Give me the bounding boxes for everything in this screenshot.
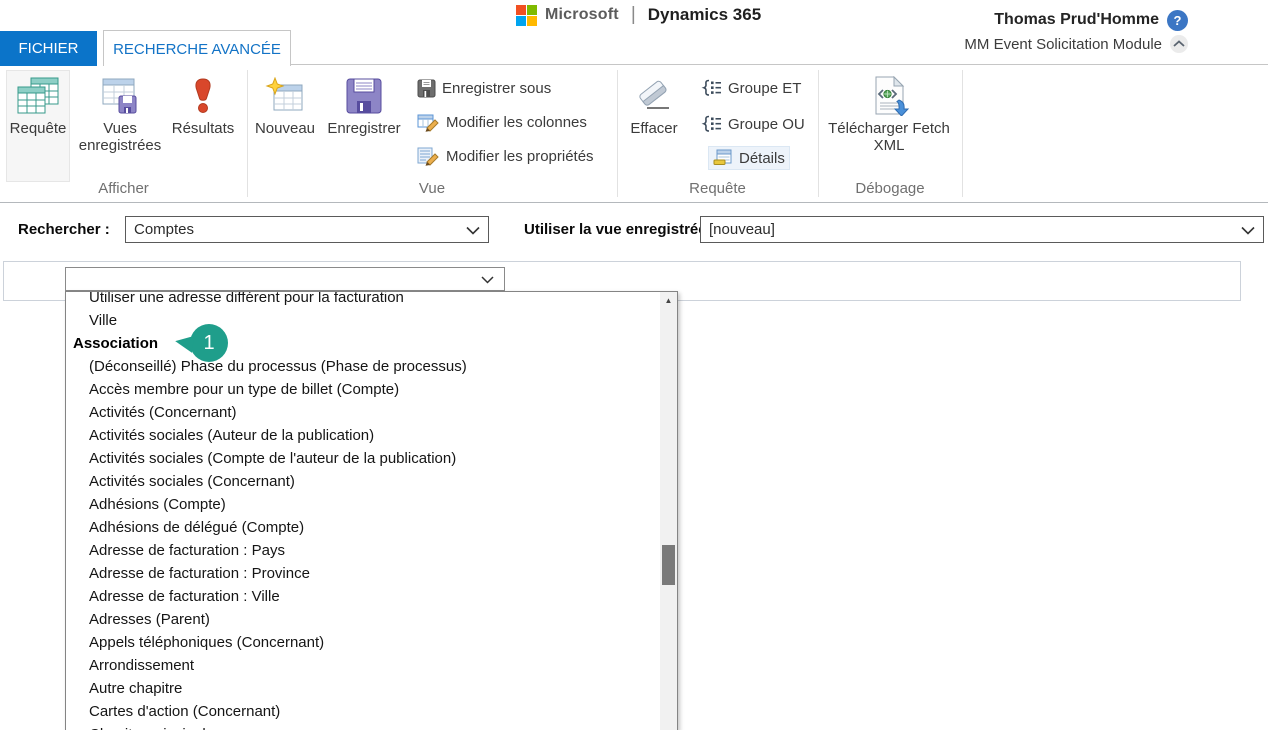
brand-separator: | [631, 4, 636, 26]
field-dropdown-items: Utiliser une adresse différent pour la f… [66, 291, 660, 730]
modifier-colonnes-button[interactable]: Modifier les colonnes [412, 110, 592, 134]
rechercher-label: Rechercher : [18, 216, 110, 243]
list-item[interactable]: Cartes d'action (Concernant) [66, 700, 660, 723]
vue-enregistree-label: Utiliser la vue enregistrée : [524, 216, 716, 243]
modifier-proprietes-button[interactable]: Modifier les propriétés [412, 144, 599, 168]
nouveau-label: Nouveau [255, 120, 315, 137]
enregistrer-sous-label: Enregistrer sous [442, 80, 551, 97]
advanced-find-window: Microsoft | Dynamics 365 Thomas Prud'Hom… [0, 0, 1268, 730]
modifier-colonnes-label: Modifier les colonnes [446, 114, 587, 131]
resultats-button[interactable]: Résultats [166, 70, 240, 182]
dropdown-scrollbar[interactable]: ▲ [660, 292, 677, 730]
list-item[interactable]: Adresse de facturation : Province [66, 562, 660, 585]
groupe-ou-button[interactable]: Groupe OU [696, 112, 810, 136]
ribbon-divider [617, 70, 618, 197]
group-and-icon [701, 79, 722, 97]
rechercher-select[interactable]: Comptes [125, 216, 489, 243]
list-item[interactable]: Adresse de facturation : Ville [66, 585, 660, 608]
list-item[interactable]: Autre chapitre [66, 677, 660, 700]
field-dropdown-list: Utiliser une adresse différent pour la f… [65, 291, 678, 730]
list-item[interactable]: Adresse de facturation : Pays [66, 539, 660, 562]
scrollbar-thumb[interactable] [662, 545, 675, 585]
group-or-icon [701, 115, 722, 133]
effacer-label: Effacer [630, 120, 677, 137]
scroll-up-button[interactable]: ▲ [660, 292, 677, 309]
save-floppy-icon [344, 75, 384, 117]
telecharger-fetch-xml-label: Télécharger Fetch XML [827, 120, 951, 154]
vue-enregistree-select-value: [nouveau] [709, 221, 775, 238]
requete-button[interactable]: Requête [6, 70, 70, 182]
edit-properties-icon [417, 146, 440, 166]
ribbon-divider [247, 70, 248, 197]
groupe-ou-label: Groupe OU [728, 116, 805, 133]
telecharger-fetch-xml-button[interactable]: Télécharger Fetch XML [826, 70, 952, 182]
brand-header: Microsoft | Dynamics 365 [516, 2, 761, 28]
user-area: Thomas Prud'Homme ? MM Event Solicitatio… [964, 8, 1188, 56]
module-name: MM Event Solicitation Module [964, 36, 1162, 53]
microsoft-wordmark: Microsoft [545, 6, 619, 24]
ribbon-divider [818, 70, 819, 197]
details-label: Détails [739, 150, 785, 167]
list-group-header-association[interactable]: Association [66, 332, 660, 355]
group-label-requete: Requête [617, 180, 818, 197]
list-item[interactable]: Adhésions (Compte) [66, 493, 660, 516]
group-label-afficher: Afficher [0, 180, 247, 197]
microsoft-logo-icon [516, 5, 537, 26]
effacer-button[interactable]: Effacer [622, 70, 686, 182]
ribbon-divider [962, 70, 963, 197]
list-item[interactable]: Activités sociales (Compte de l'auteur d… [66, 447, 660, 470]
resultats-label: Résultats [172, 120, 235, 137]
modifier-proprietes-label: Modifier les propriétés [446, 148, 594, 165]
list-item[interactable]: Adhésions de délégué (Compte) [66, 516, 660, 539]
list-item[interactable]: Activités sociales (Concernant) [66, 470, 660, 493]
new-table-sparkle-icon [265, 75, 305, 117]
field-select[interactable] [65, 267, 505, 291]
save-as-floppy-icon [417, 79, 436, 98]
details-icon [713, 149, 733, 167]
fetch-xml-file-icon [866, 75, 912, 117]
user-name: Thomas Prud'Homme [994, 11, 1159, 29]
edit-columns-icon [417, 112, 440, 132]
enregistrer-sous-button[interactable]: Enregistrer sous [412, 76, 556, 100]
list-item[interactable]: Utiliser une adresse différent pour la f… [66, 291, 660, 309]
groupe-et-button[interactable]: Groupe ET [696, 76, 806, 100]
list-item[interactable]: Appels téléphoniques (Concernant) [66, 631, 660, 654]
list-item[interactable]: Arrondissement [66, 654, 660, 677]
requete-label: Requête [10, 120, 67, 137]
tab-fichier[interactable]: FICHIER [0, 31, 97, 66]
product-name: Dynamics 365 [648, 5, 761, 25]
eraser-icon [634, 75, 674, 117]
list-item[interactable]: Activités sociales (Auteur de la publica… [66, 424, 660, 447]
list-item[interactable]: Accès membre pour un type de billet (Com… [66, 378, 660, 401]
chevron-down-icon [481, 276, 494, 284]
rechercher-select-value: Comptes [134, 221, 194, 238]
groupe-et-label: Groupe ET [728, 80, 801, 97]
ribbon: Requête Vues enregistrées [0, 66, 1268, 202]
list-item[interactable]: Adresses (Parent) [66, 608, 660, 631]
enregistrer-label: Enregistrer [327, 120, 400, 137]
chevron-up-icon[interactable] [1170, 35, 1188, 53]
list-item[interactable]: (Déconseillé) Phase du processus (Phase … [66, 355, 660, 378]
vues-enregistrees-button[interactable]: Vues enregistrées [78, 70, 162, 182]
list-item[interactable]: Chapitre principal [66, 723, 660, 730]
list-item[interactable]: Activités (Concernant) [66, 401, 660, 424]
chevron-down-icon [466, 226, 480, 235]
chevron-down-icon [1241, 226, 1255, 235]
group-label-debogage: Débogage [818, 180, 962, 197]
ribbon-top-border [291, 64, 1268, 65]
ribbon-bottom-border [0, 202, 1268, 203]
enregistrer-button[interactable]: Enregistrer [322, 70, 406, 182]
results-exclamation-icon [183, 75, 223, 117]
details-button[interactable]: Détails [708, 146, 790, 170]
nouveau-button[interactable]: Nouveau [252, 70, 318, 182]
help-icon[interactable]: ? [1167, 10, 1188, 31]
saved-views-icon [100, 75, 140, 117]
vues-enregistrees-label: Vues enregistrées [79, 120, 162, 154]
list-item[interactable]: Ville [66, 309, 660, 332]
query-tables-icon [16, 75, 60, 117]
tab-recherche-avancee[interactable]: RECHERCHE AVANCÉE [103, 30, 291, 67]
annotation-balloon-1: 1 [190, 324, 228, 362]
group-label-vue: Vue [247, 180, 617, 197]
vue-enregistree-select[interactable]: [nouveau] [700, 216, 1264, 243]
